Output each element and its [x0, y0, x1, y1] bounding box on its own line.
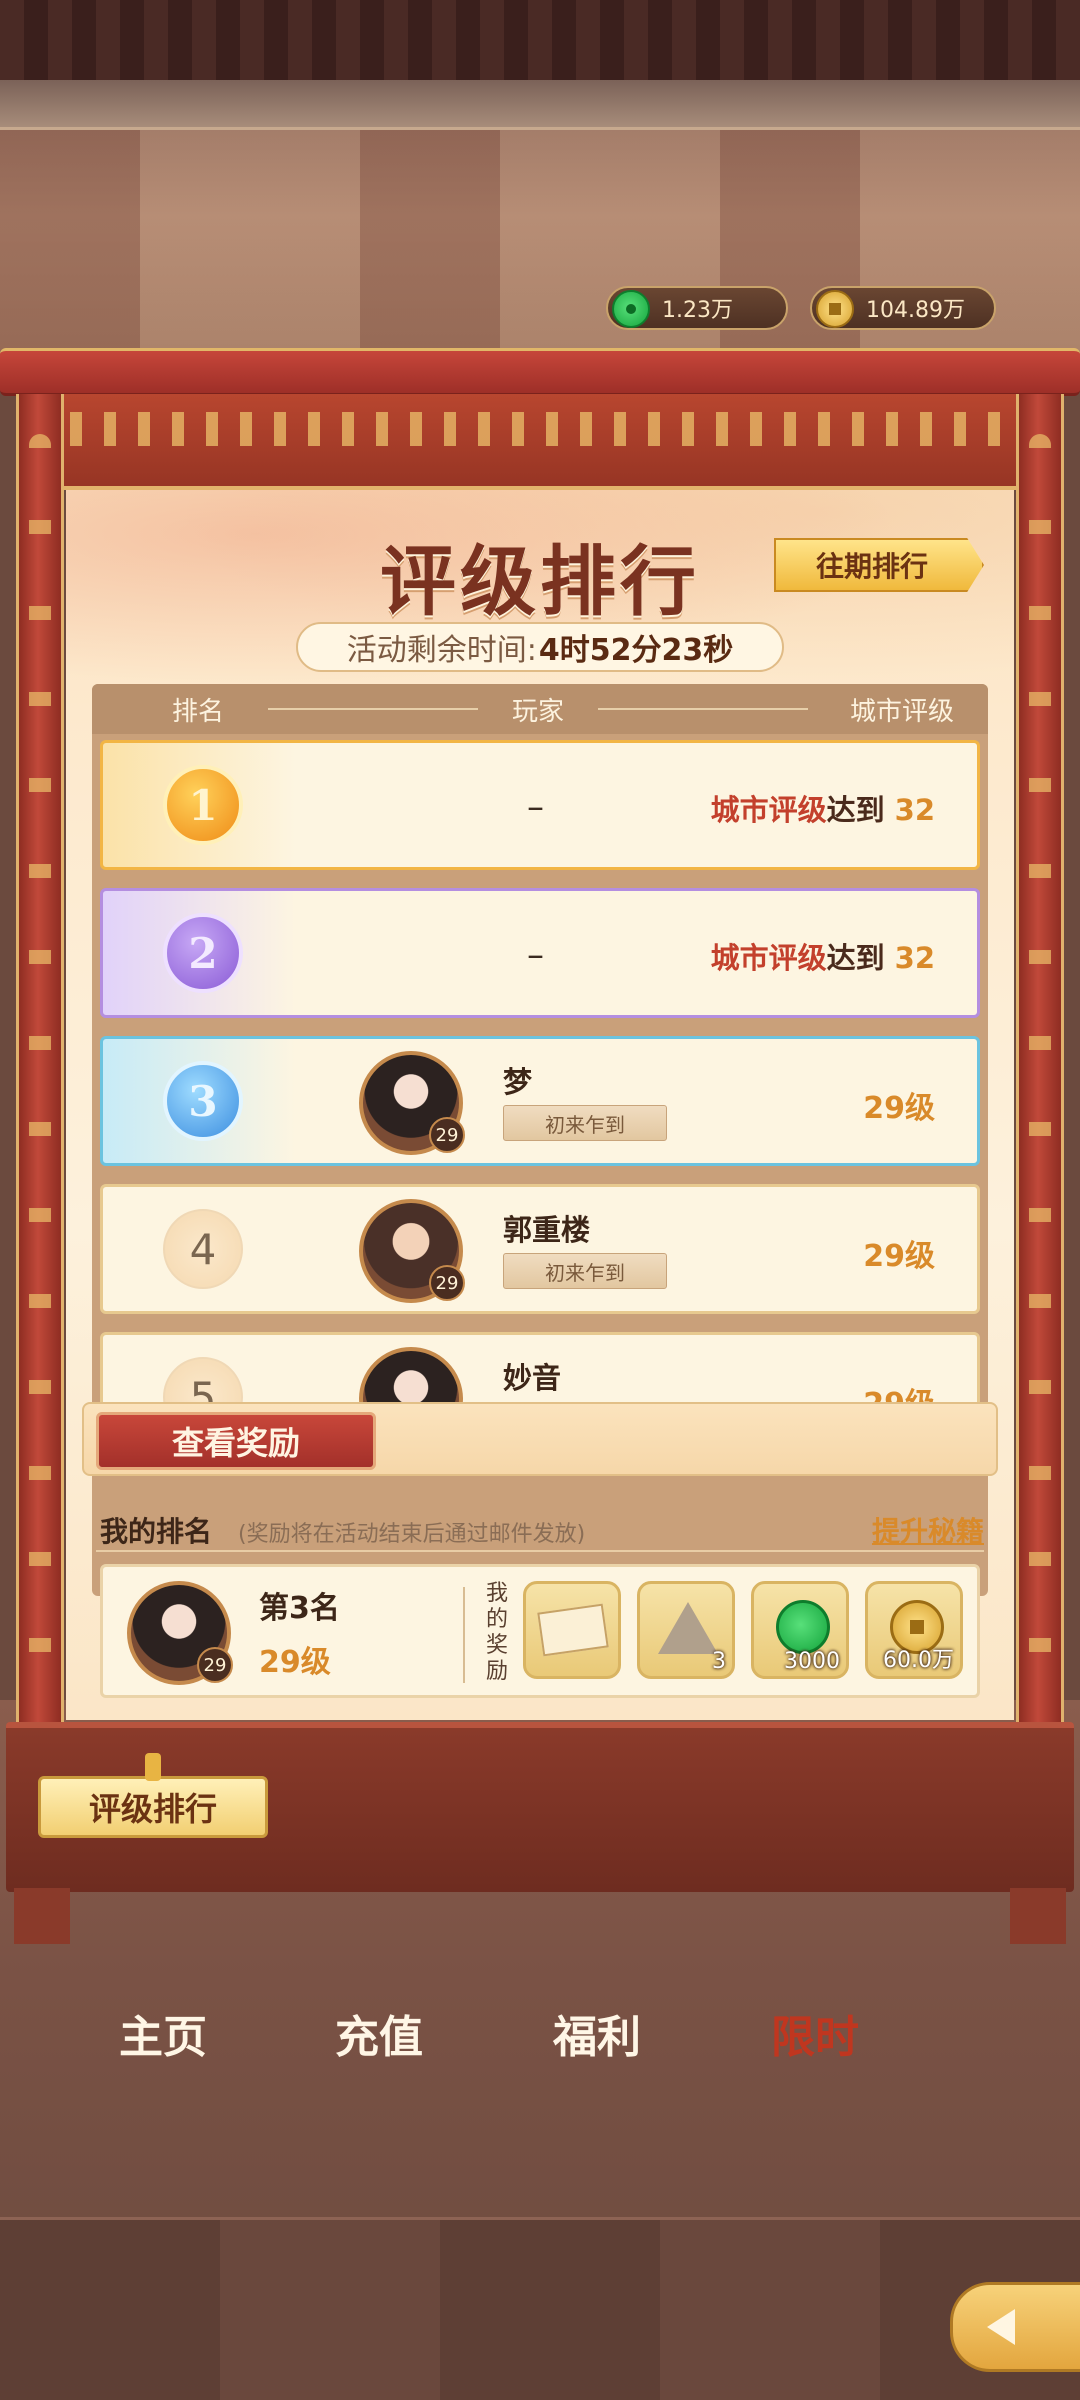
frame-left-pillar: [16, 394, 64, 1724]
divider: [96, 1550, 984, 1552]
timer-value: 4时52分23秒: [538, 633, 734, 668]
reward-item[interactable]: [523, 1581, 621, 1679]
my-rank-position: 第3名: [259, 1591, 340, 1626]
back-button[interactable]: [950, 2282, 1080, 2372]
event-timer: 活动剩余时间: 4时52分23秒: [296, 622, 784, 672]
player-level: 29级: [863, 1239, 935, 1274]
copper-coin-icon: [816, 290, 854, 328]
nav-label: 限时: [771, 2012, 859, 2063]
table-row[interactable]: 3 29 梦 初来乍到 29级: [100, 1036, 980, 1166]
title-card-icon: [537, 1603, 609, 1657]
nav-welfare-button[interactable]: 福利: [516, 1952, 678, 2114]
nav-label: 充值: [335, 2012, 423, 2063]
avatar[interactable]: 29: [127, 1581, 233, 1685]
tips-link[interactable]: 提升秘籍: [872, 1510, 984, 1550]
jade-currency-value: 1.23万: [662, 298, 733, 323]
reward-count: 60.0万: [883, 1648, 954, 1673]
table-row[interactable]: 2 – 城市评级达到 32: [100, 888, 980, 1018]
my-level: 29级: [259, 1645, 331, 1680]
blue-medal-icon: 3: [163, 1061, 243, 1141]
nav-home-button[interactable]: 主页: [82, 1952, 244, 2114]
stand-leg: [1010, 1888, 1066, 1944]
avatar-level-badge: 29: [197, 1647, 233, 1683]
nav-limited-button[interactable]: 限时: [734, 1952, 896, 2114]
gold-currency-value: 104.89万: [866, 298, 965, 323]
purple-medal-icon: 2: [163, 913, 243, 993]
player-name: 梦: [503, 1065, 533, 1099]
header-player: 玩家: [512, 696, 565, 727]
my-rank-note: (奖励将在活动结束后通过邮件发放): [238, 1522, 586, 1547]
player-name: 郭重楼: [503, 1213, 591, 1247]
nav-recharge-button[interactable]: 充值: [298, 1952, 460, 2114]
jade-currency[interactable]: 1.23万: [606, 286, 788, 330]
nav-label: 主页: [119, 2012, 207, 2063]
reward-bar: 查看奖励: [82, 1402, 998, 1476]
tent-icon: [658, 1602, 718, 1654]
reward-item[interactable]: 60.0万: [865, 1581, 963, 1679]
rank-number: 4: [163, 1209, 243, 1289]
avatar-level-badge: 29: [429, 1265, 465, 1301]
rank-requirement: 城市评级达到 32: [710, 793, 935, 827]
player-level: 29级: [863, 1091, 935, 1126]
avatar[interactable]: 29: [359, 1051, 465, 1155]
table-row[interactable]: 1 – 城市评级达到 32: [100, 740, 980, 870]
header-rating: 城市评级: [849, 696, 954, 727]
frame-decor-beam: [20, 394, 1060, 490]
view-rewards-button[interactable]: 查看奖励: [96, 1412, 376, 1470]
ranking-panel: 评级排行 往期排行 活动剩余时间: 4时52分23秒 排名 玩家 城市评级 1 …: [66, 490, 1014, 1720]
nav-label: 福利: [553, 2012, 641, 2063]
player-empty: –: [527, 935, 544, 975]
history-ranking-button[interactable]: 往期排行: [774, 538, 984, 592]
jade-coin-icon: [776, 1600, 830, 1654]
player-title-tag: 初来乍到: [503, 1253, 667, 1289]
timer-label: 活动剩余时间:: [346, 633, 537, 668]
avatar[interactable]: 29: [359, 1199, 465, 1303]
gold-medal-icon: 1: [163, 765, 243, 845]
reward-item[interactable]: 3000: [751, 1581, 849, 1679]
jade-coin-icon: [612, 290, 650, 328]
header-divider: [268, 708, 478, 710]
table-header: 排名 玩家 城市评级: [92, 684, 988, 734]
header-rank: 排名: [172, 696, 225, 727]
stand-leg: [14, 1888, 70, 1944]
frame-top-beam: [0, 348, 1080, 396]
reward-item[interactable]: 3: [637, 1581, 735, 1679]
reward-count: 3000: [784, 1649, 840, 1674]
player-name: 妙音: [503, 1361, 562, 1395]
table-row[interactable]: 4 29 郭重楼 初来乍到 29级: [100, 1184, 980, 1314]
header-divider: [598, 708, 808, 710]
background-eave: [0, 80, 1080, 130]
my-rank-card: 29 第3名 29级 我的奖励 3 3000 60.0万: [100, 1564, 980, 1698]
frame-right-pillar: [1016, 394, 1064, 1724]
tab-rating-ranking[interactable]: 评级排行: [38, 1753, 268, 1838]
back-arrow-icon: [987, 2309, 1015, 2345]
gold-currency[interactable]: 104.89万: [810, 286, 996, 330]
my-reward-label: 我的奖励: [485, 1581, 508, 1684]
player-empty: –: [527, 787, 544, 827]
rank-requirement: 城市评级达到 32: [710, 941, 935, 975]
reward-count: 3: [712, 1649, 726, 1674]
divider: [463, 1587, 465, 1683]
my-rank-title: 我的排名: [100, 1515, 213, 1548]
player-title-tag: 初来乍到: [503, 1105, 667, 1141]
avatar-level-badge: 29: [429, 1117, 465, 1153]
